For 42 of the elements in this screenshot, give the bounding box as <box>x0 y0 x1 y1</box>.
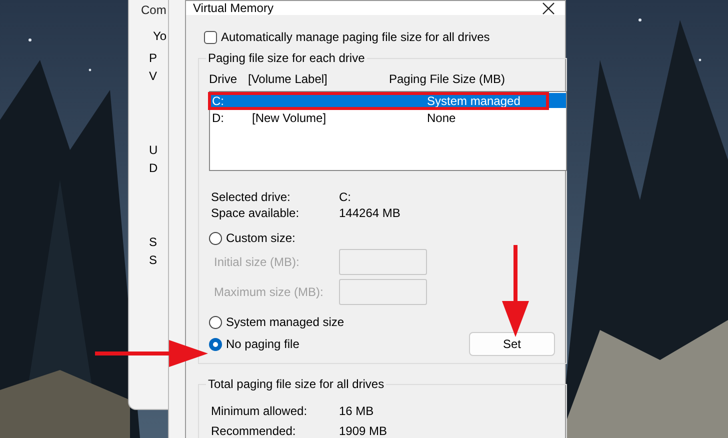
checkbox[interactable] <box>204 30 217 44</box>
info-label: Selected drive: <box>211 190 292 204</box>
column-header: [Volume Label] <box>248 72 328 86</box>
radio-button[interactable] <box>209 338 222 350</box>
info-value: 1909 MB <box>339 424 388 438</box>
label: Yo <box>153 29 167 43</box>
column-header: Paging File Size (MB) <box>389 72 506 86</box>
arrow-icon <box>95 340 208 367</box>
group-title: Paging file size for each drive <box>206 51 367 65</box>
set-button[interactable]: Set <box>469 332 555 356</box>
info-value: 16 MB <box>339 404 374 418</box>
group-title: Total paging file size for all drives <box>206 377 386 391</box>
field-label: Initial size (MB): <box>214 255 300 269</box>
paging-size: None <box>427 111 456 125</box>
info-value: 144264 MB <box>339 206 400 220</box>
label: S <box>149 235 158 249</box>
drive-letter: D: <box>212 111 224 125</box>
label: V <box>149 69 158 83</box>
radio-button[interactable] <box>209 232 222 244</box>
window-title: Virtual Memory <box>193 1 274 15</box>
radio-label: No paging file <box>226 337 300 351</box>
info-label: Recommended: <box>211 424 297 438</box>
field-label: Maximum size (MB): <box>214 285 324 299</box>
info-label: Space available: <box>211 206 300 220</box>
label: S <box>149 253 158 267</box>
drive-letter: C: <box>212 94 224 108</box>
label: P <box>149 51 158 65</box>
radio-label: System managed size <box>226 315 344 329</box>
radio-button[interactable] <box>209 316 222 328</box>
drive-row[interactable]: D: [New Volume] None <box>211 108 566 128</box>
checkbox-label: Automatically manage paging file size for all drives <box>221 30 490 44</box>
info-label: Minimum allowed: <box>211 404 308 418</box>
close-icon[interactable] <box>542 2 555 14</box>
arrow-icon <box>502 245 529 337</box>
radio-label: Custom size: <box>226 231 296 245</box>
info-value: C: <box>339 190 351 204</box>
tab[interactable]: Com <box>141 3 166 17</box>
label: U <box>149 143 158 157</box>
paging-size: System managed <box>427 94 520 108</box>
volume-label: [New Volume] <box>252 111 326 125</box>
label: D <box>149 161 158 175</box>
column-header: Drive <box>209 72 238 86</box>
